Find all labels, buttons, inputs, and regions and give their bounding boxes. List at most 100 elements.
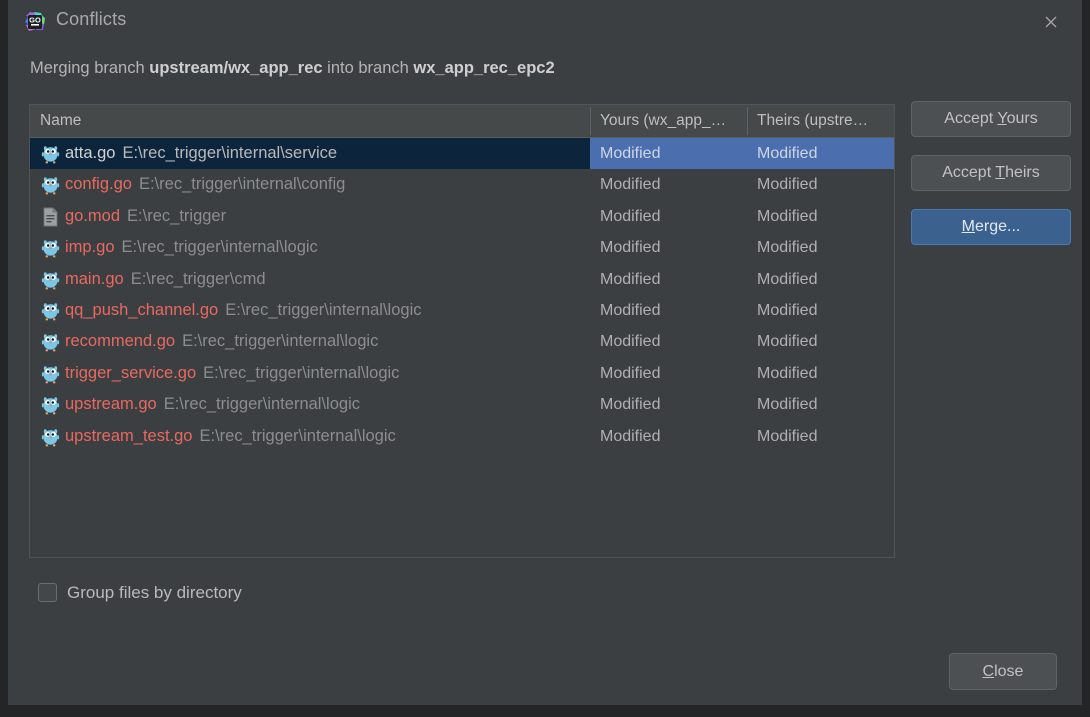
- file-name: trigger_service.go: [65, 363, 197, 382]
- theirs-status: Modified: [757, 427, 818, 445]
- file-name-cell[interactable]: recommend.go E:\rec_trigger\internal\logi…: [30, 326, 590, 357]
- column-header-yours[interactable]: Yours (wx_app_…: [600, 105, 750, 137]
- file-name: config.go: [65, 175, 132, 194]
- merge-description-prefix: Merging branch: [30, 59, 150, 77]
- file-path: E:\rec_trigger\internal\logic: [182, 332, 379, 351]
- source-branch-name: upstream/wx_app_rec: [149, 59, 323, 77]
- file-path: E:\rec_trigger\internal\logic: [225, 300, 422, 319]
- column-divider-1[interactable]: [590, 107, 591, 135]
- theirs-status: Modified: [757, 333, 818, 351]
- group-files-label: Group files by directory: [67, 583, 242, 602]
- file-path: E:\rec_trigger\cmd: [130, 269, 266, 288]
- theirs-status: Modified: [757, 270, 818, 288]
- target-branch-name: wx_app_rec_epc2: [413, 59, 555, 77]
- accept-theirs-label-before: Accept: [942, 164, 996, 181]
- table-row[interactable]: main.go E:\rec_trigger\cmd Modified Modifie…: [30, 264, 894, 295]
- file-name: upstream_test.go: [65, 426, 193, 445]
- merge-button[interactable]: Merge...: [911, 209, 1071, 245]
- conflicts-table: Name Yours (wx_app_… Theirs (upstre… att…: [29, 104, 895, 558]
- accept-theirs-mnemonic: T: [995, 164, 1006, 181]
- file-name: atta.go: [65, 144, 116, 162]
- svg-text:GO: GO: [29, 15, 41, 24]
- table-row[interactable]: upstream.go E:\rec_trigger\internal\logic…: [30, 389, 894, 420]
- file-name: recommend.go: [65, 332, 176, 351]
- accept-yours-label-before: Accept: [944, 110, 998, 127]
- merge-mnemonic: M: [961, 218, 975, 235]
- yours-status: Modified: [600, 427, 661, 445]
- file-name-cell[interactable]: upstream_test.go E:\rec_trigger\internal\…: [30, 421, 590, 452]
- table-row[interactable]: atta.go E:\rec_trigger\internal\service Mo…: [30, 138, 894, 170]
- file-path: E:\rec_trigger: [127, 206, 227, 225]
- file-path: E:\rec_trigger\internal\logic: [203, 363, 400, 382]
- yours-status: Modified: [600, 396, 661, 414]
- file-name-cell[interactable]: config.go E:\rec_trigger\internal\config: [30, 169, 590, 200]
- file-path: E:\rec_trigger\internal\service: [122, 144, 338, 162]
- table-row[interactable]: upstream_test.go E:\rec_trigger\internal\…: [30, 421, 894, 452]
- column-divider-2[interactable]: [747, 107, 748, 135]
- theirs-status: Modified: [757, 396, 818, 414]
- file-path: E:\rec_trigger\internal\logic: [163, 395, 360, 414]
- file-name: main.go: [65, 269, 124, 288]
- file-name: go.mod: [65, 206, 121, 225]
- accept-yours-mnemonic: Y: [997, 110, 1007, 127]
- theirs-status: Modified: [757, 207, 818, 225]
- yours-status: Modified: [600, 207, 661, 225]
- file-name-cell[interactable]: trigger_service.go E:\rec_trigger\interna…: [30, 358, 590, 389]
- table-row[interactable]: trigger_service.go E:\rec_trigger\interna…: [30, 358, 894, 389]
- accept-theirs-button[interactable]: Accept Theirs: [911, 155, 1071, 191]
- column-header-theirs[interactable]: Theirs (upstre…: [757, 105, 894, 137]
- theirs-status: Modified: [757, 239, 818, 257]
- file-name-cell[interactable]: upstream.go E:\rec_trigger\internal\logic: [30, 389, 590, 420]
- accept-yours-label-after: ours: [1006, 110, 1038, 127]
- go-gopher-icon: [41, 270, 60, 290]
- table-row[interactable]: qq_push_channel.go E:\rec_trigger\interna…: [30, 295, 894, 326]
- merge-description-middle: into branch: [322, 59, 414, 77]
- file-name-cell[interactable]: atta.go E:\rec_trigger\internal\service: [30, 138, 590, 170]
- file-name-cell[interactable]: main.go E:\rec_trigger\cmd: [30, 264, 590, 295]
- file-name-cell[interactable]: go.mod E:\rec_trigger: [30, 201, 590, 232]
- file-document-icon: [41, 207, 60, 227]
- close-icon[interactable]: [1038, 9, 1064, 35]
- file-name: upstream.go: [65, 395, 157, 414]
- go-gopher-icon: [41, 427, 60, 447]
- file-name-cell[interactable]: qq_push_channel.go E:\rec_trigger\interna…: [30, 295, 590, 326]
- table-header-row: Name Yours (wx_app_… Theirs (upstre…: [30, 105, 894, 138]
- column-header-name[interactable]: Name: [40, 105, 590, 137]
- go-gopher-icon: [41, 395, 60, 415]
- close-mnemonic: C: [982, 663, 995, 680]
- file-name: qq_push_channel.go: [65, 300, 219, 319]
- theirs-status: Modified: [757, 364, 818, 382]
- table-row[interactable]: recommend.go E:\rec_trigger\internal\logi…: [30, 326, 894, 357]
- file-name-cell[interactable]: imp.go E:\rec_trigger\internal\logic: [30, 232, 590, 263]
- accept-theirs-label-after: heirs: [1005, 164, 1040, 181]
- table-row[interactable]: config.go E:\rec_trigger\internal\config M…: [30, 169, 894, 200]
- table-row[interactable]: imp.go E:\rec_trigger\internal\logic Modif…: [30, 232, 894, 263]
- yours-status: Modified: [600, 364, 661, 382]
- merge-description: Merging branch upstream/wx_app_rec into …: [30, 59, 555, 78]
- close-button[interactable]: Close: [949, 653, 1057, 690]
- theirs-status: Modified: [757, 301, 818, 319]
- table-row[interactable]: go.mod E:\rec_trigger Modified Modified: [30, 201, 894, 232]
- go-gopher-icon: [41, 238, 60, 258]
- yours-status: Modified: [600, 270, 661, 288]
- dialog-titlebar: GO Conflicts: [8, 0, 1082, 44]
- theirs-status: Modified: [757, 176, 818, 194]
- close-label-after: lose: [994, 663, 1024, 680]
- go-gopher-icon: [41, 175, 60, 195]
- accept-yours-button[interactable]: Accept Yours: [911, 101, 1071, 137]
- checkbox-box[interactable]: [38, 583, 57, 602]
- goland-icon: GO: [23, 10, 47, 34]
- file-name: imp.go: [65, 238, 115, 257]
- yours-status: Modified: [590, 138, 747, 170]
- file-path: E:\rec_trigger\internal\logic: [121, 238, 318, 257]
- go-gopher-icon: [41, 332, 60, 352]
- go-gopher-icon: [41, 301, 60, 321]
- dialog-title: Conflicts: [56, 9, 127, 29]
- go-gopher-icon: [41, 144, 60, 164]
- table-body: atta.go E:\rec_trigger\internal\service Mo…: [30, 138, 894, 452]
- yours-status: Modified: [600, 176, 661, 194]
- theirs-status: Modified: [747, 138, 894, 170]
- yours-status: Modified: [600, 239, 661, 257]
- file-path: E:\rec_trigger\internal\config: [138, 175, 346, 194]
- go-gopher-icon: [41, 364, 60, 384]
